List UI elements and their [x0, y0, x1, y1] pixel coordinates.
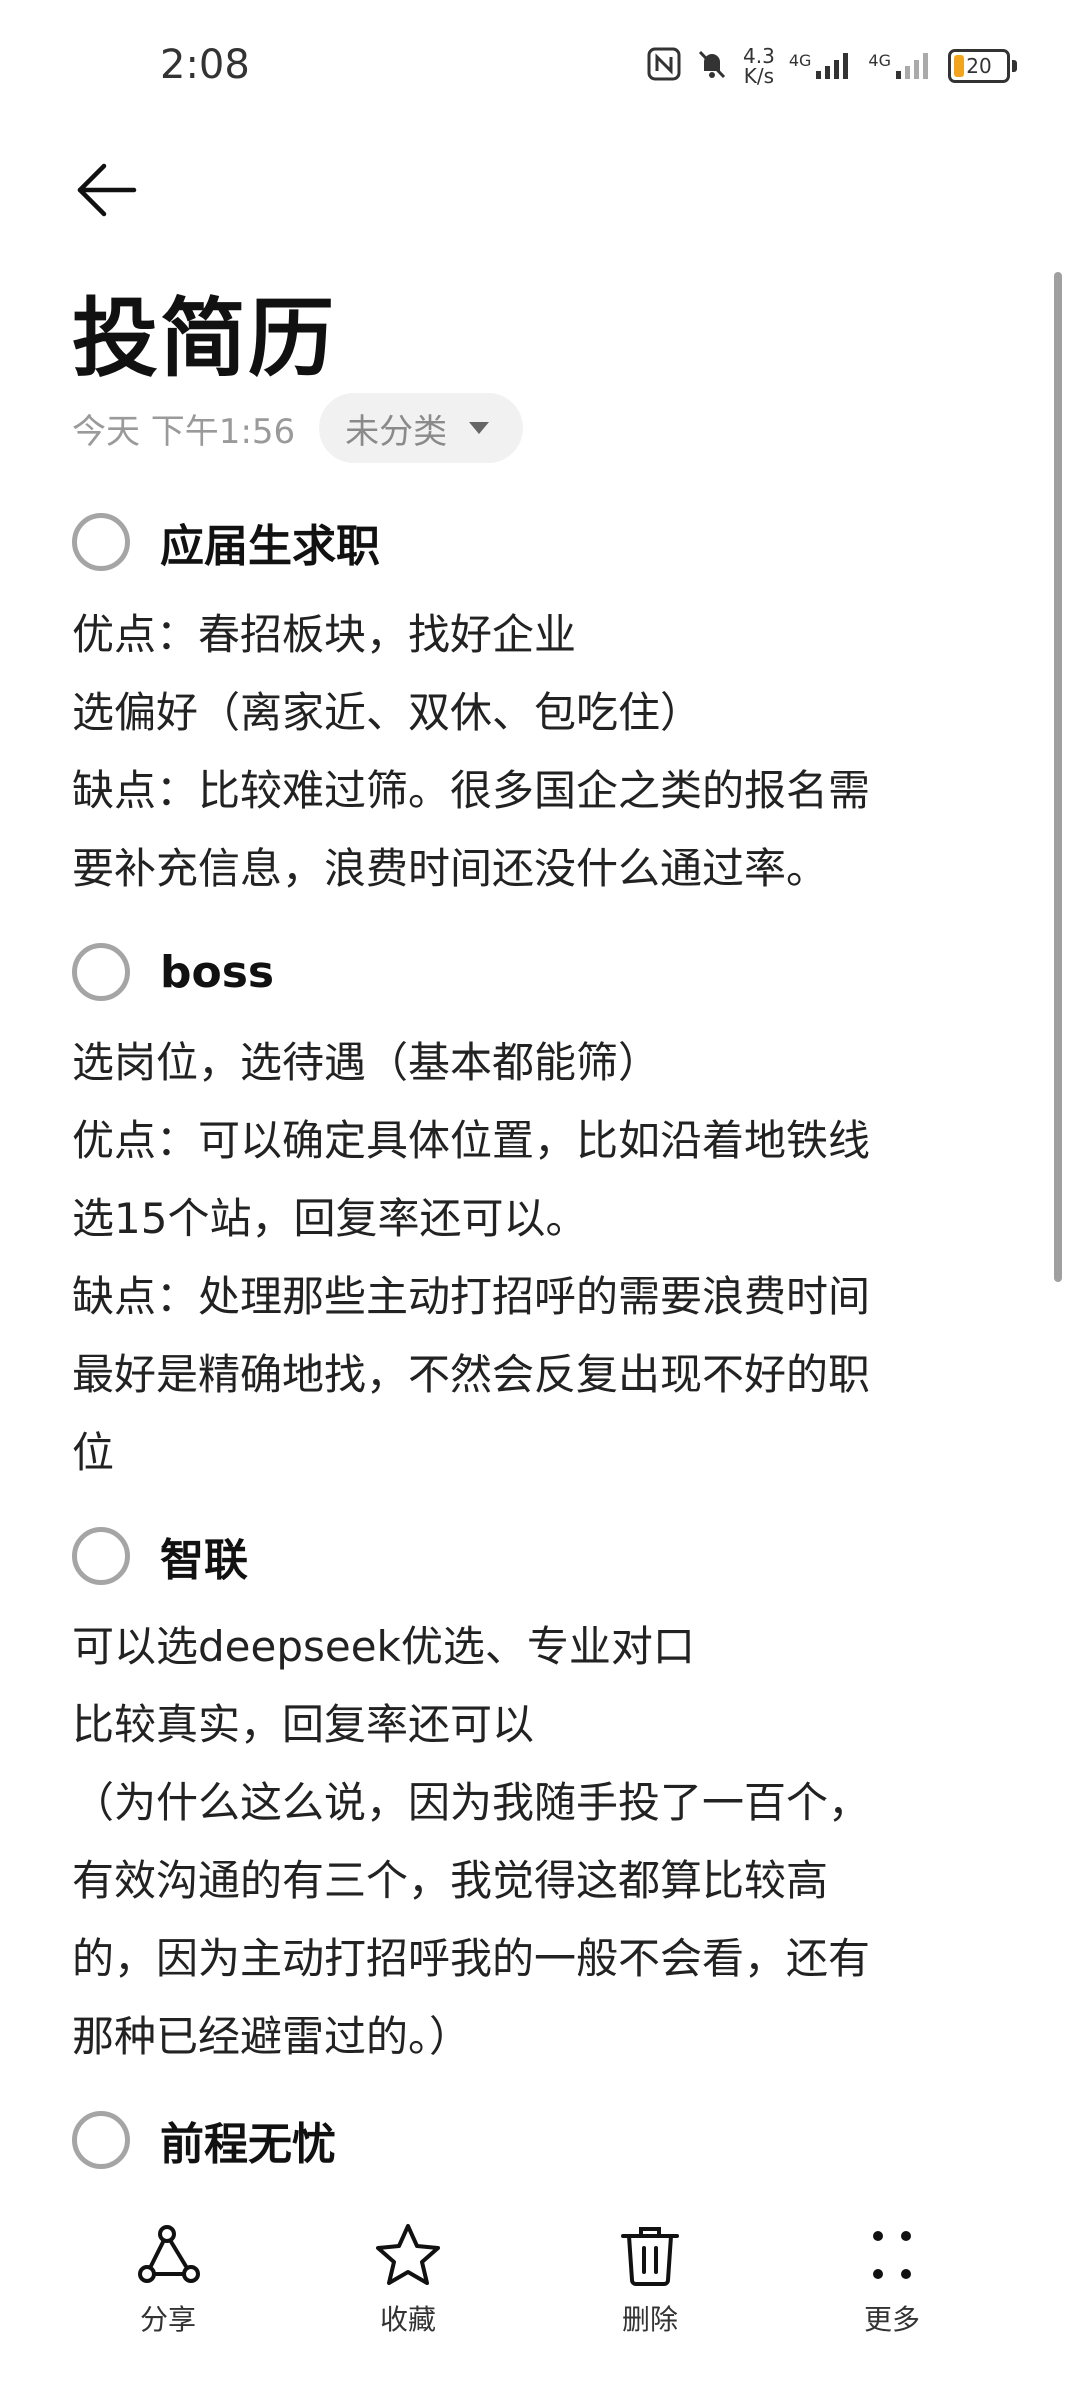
- caret-down-icon: [469, 422, 490, 434]
- favorite-label: 收藏: [379, 2303, 436, 2336]
- back-button[interactable]: [66, 150, 146, 230]
- todo-label: 智联: [160, 1535, 248, 1586]
- share-label: 分享: [139, 2303, 196, 2336]
- mute-icon: [695, 47, 729, 85]
- checkbox[interactable]: [72, 513, 130, 571]
- text-line: 比较真实，回复率还可以: [72, 1700, 535, 1749]
- more-icon: [873, 2231, 911, 2279]
- todo-label: boss: [160, 946, 275, 998]
- text-line: 要补充信息，浪费时间还没什么通过率。: [72, 844, 829, 893]
- signal-icon-2: 4G: [868, 51, 934, 81]
- favorite-button[interactable]: 收藏: [328, 2220, 488, 2338]
- text-line: 选15个站，回复率还可以。: [72, 1194, 588, 1243]
- text-line: 选岗位，选待遇（基本都能筛）: [72, 1038, 661, 1087]
- net-speed-value: 4.3: [743, 44, 775, 68]
- todo-item[interactable]: 智联: [72, 1516, 248, 1596]
- share-icon: [138, 2225, 200, 2283]
- checkbox[interactable]: [72, 2111, 130, 2169]
- status-bar: 2:08 4.3 K/s 4G 4G 20: [0, 0, 1080, 130]
- scrollbar[interactable]: [1054, 272, 1062, 1282]
- text-line: 缺点：处理那些主动打招呼的需要浪费时间: [72, 1272, 871, 1321]
- paragraph: 优点：春招板块，找好企业 选偏好（离家近、双休、包吃住） 缺点：比较难过筛。很多…: [72, 596, 972, 908]
- status-time: 2:08: [160, 42, 250, 88]
- note-date: 今天 下午1:56: [72, 411, 296, 452]
- net-speed: 4.3 K/s: [743, 46, 775, 86]
- text-line: 缺点：比较难过筛。很多国企之类的报名需: [72, 766, 871, 815]
- signal-1-label: 4G: [788, 51, 812, 70]
- text-line: 那种已经避雷过的。）: [72, 2012, 472, 2061]
- checkbox[interactable]: [72, 943, 130, 1001]
- paragraph: 可以选deepseek优选、专业对口 比较真实，回复率还可以 （为什么这么说，因…: [72, 1608, 972, 2076]
- todo-item[interactable]: 应届生求职: [72, 502, 380, 582]
- note-title[interactable]: 投简历: [72, 268, 336, 393]
- paragraph: 选岗位，选待遇（基本都能筛） 优点：可以确定具体位置，比如沿着地铁线 选15个站…: [72, 1024, 972, 1492]
- signal-icon: 4G: [789, 51, 855, 81]
- more-label: 更多: [863, 2303, 920, 2336]
- todo-label: 应届生求职: [160, 521, 380, 572]
- delete-label: 删除: [621, 2303, 678, 2336]
- category-dropdown[interactable]: 未分类: [319, 393, 524, 463]
- signal-2-label: 4G: [868, 51, 891, 70]
- checkbox[interactable]: [72, 1527, 130, 1585]
- more-button[interactable]: 更多: [812, 2220, 972, 2338]
- note-meta: 今天 下午1:56 未分类: [72, 392, 524, 464]
- text-line: 最好是精确地找，不然会反复出现不好的职: [72, 1350, 871, 1399]
- text-line: 位: [72, 1428, 115, 1477]
- status-icons: 4.3 K/s 4G 4G 20: [647, 38, 1017, 94]
- text-line: 的，因为主动打招呼我的一般不会看，还有: [72, 1934, 871, 1983]
- text-line: 选偏好（离家近、双休、包吃住）: [72, 688, 703, 737]
- text-line: 可以选deepseek优选、专业对口: [72, 1622, 695, 1671]
- battery-level: 20: [966, 54, 992, 78]
- text-line: 优点：可以确定具体位置，比如沿着地铁线: [72, 1116, 871, 1165]
- trash-icon: [621, 2227, 679, 2286]
- note-page: 2:08 4.3 K/s 4G 4G 20 投简历 今天 下午1:56 未分类 …: [0, 0, 1080, 2400]
- text-line: （为什么这么说，因为我随手投了一百个，: [72, 1778, 871, 1827]
- star-icon: [376, 2224, 440, 2285]
- todo-item[interactable]: boss: [72, 932, 274, 1012]
- share-button[interactable]: 分享: [88, 2220, 248, 2338]
- net-speed-unit: K/s: [743, 64, 775, 88]
- nfc-icon: [647, 47, 681, 85]
- arrow-left-icon: [77, 163, 137, 217]
- text-line: 有效沟通的有三个，我觉得这都算比较高: [72, 1856, 829, 1905]
- text-line: 优点：春招板块，找好企业: [72, 610, 577, 659]
- category-label: 未分类: [345, 411, 448, 452]
- todo-label: 前程无忧: [160, 2119, 336, 2170]
- todo-item[interactable]: 前程无忧: [72, 2100, 336, 2180]
- bottom-action-bar: 分享 收藏 删除 更多: [0, 2190, 1080, 2400]
- battery-icon: 20: [948, 49, 1017, 83]
- delete-button[interactable]: 删除: [570, 2220, 730, 2338]
